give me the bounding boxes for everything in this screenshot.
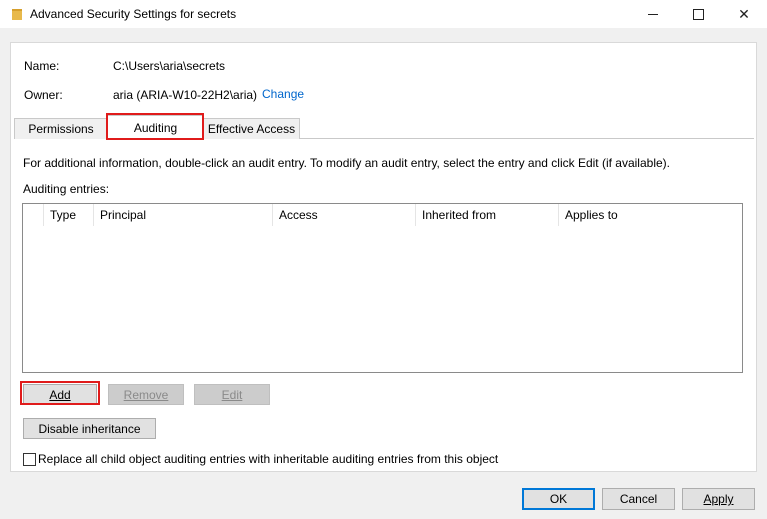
column-header-type[interactable]: Type bbox=[50, 204, 76, 226]
edit-button[interactable]: Edit bbox=[194, 384, 270, 405]
close-button[interactable]: ✕ bbox=[721, 0, 767, 28]
ok-button[interactable]: OK bbox=[522, 488, 595, 510]
disable-inheritance-button[interactable]: Disable inheritance bbox=[23, 418, 156, 439]
remove-button-label: Remove bbox=[123, 387, 169, 402]
maximize-button[interactable] bbox=[675, 0, 721, 28]
column-header-inherited-from-label: Inherited from bbox=[422, 208, 497, 222]
name-label: Name: bbox=[24, 59, 60, 73]
edit-button-label: Edit bbox=[221, 387, 243, 402]
tab-auditing-label: Auditing bbox=[133, 120, 178, 135]
title-bar: Advanced Security Settings for secrets ✕ bbox=[0, 0, 767, 28]
column-header-inherited-from[interactable]: Inherited from bbox=[422, 204, 496, 226]
apply-button-label: Apply bbox=[703, 492, 734, 506]
remove-button[interactable]: Remove bbox=[108, 384, 184, 405]
column-separator bbox=[43, 204, 44, 226]
column-header-type-label: Type bbox=[50, 208, 77, 222]
replace-child-entries-checkbox[interactable] bbox=[23, 453, 36, 466]
column-separator bbox=[93, 204, 94, 226]
tab-effective-access-label: Effective Access bbox=[207, 122, 296, 136]
name-value: C:\Users\aria\secrets bbox=[113, 59, 226, 73]
auditing-description: For additional information, double-click… bbox=[23, 156, 670, 170]
tab-auditing[interactable]: Auditing bbox=[107, 115, 204, 139]
column-header-principal[interactable]: Principal bbox=[100, 204, 146, 226]
auditing-entries-list[interactable]: Type Principal Access Inherited from App… bbox=[22, 203, 743, 373]
close-icon: ✕ bbox=[738, 5, 750, 22]
disable-inheritance-label: Disable inheritance bbox=[38, 421, 141, 436]
auditing-entries-label: Auditing entries: bbox=[23, 182, 110, 196]
add-button[interactable]: Add bbox=[23, 384, 97, 405]
ok-button-label: OK bbox=[549, 492, 568, 506]
maximize-icon bbox=[692, 8, 704, 20]
minimize-icon bbox=[648, 13, 658, 15]
owner-value: aria (ARIA-W10-22H2\aria) bbox=[113, 88, 258, 102]
cancel-button-label: Cancel bbox=[619, 492, 658, 506]
cancel-button[interactable]: Cancel bbox=[602, 488, 675, 510]
minimize-button[interactable] bbox=[630, 0, 676, 28]
active-tab-gap bbox=[107, 138, 202, 140]
apply-button[interactable]: Apply bbox=[682, 488, 755, 510]
column-separator bbox=[415, 204, 416, 226]
column-separator bbox=[558, 204, 559, 226]
column-separator bbox=[272, 204, 273, 226]
column-header-principal-label: Principal bbox=[100, 208, 147, 222]
window-title: Advanced Security Settings for secrets bbox=[30, 7, 237, 21]
add-button-label: Add bbox=[49, 387, 71, 402]
column-header-applies-to-label: Applies to bbox=[565, 208, 618, 222]
owner-label: Owner: bbox=[24, 88, 63, 102]
folder-icon bbox=[12, 9, 22, 20]
replace-child-entries-label: Replace all child object auditing entrie… bbox=[38, 452, 499, 466]
column-header-access-label: Access bbox=[279, 208, 318, 222]
tab-effective-access[interactable]: Effective Access bbox=[203, 118, 300, 139]
change-owner-link[interactable]: Change bbox=[262, 87, 304, 101]
tab-permissions[interactable]: Permissions bbox=[14, 118, 108, 139]
column-header-access[interactable]: Access bbox=[279, 204, 318, 226]
tab-permissions-label: Permissions bbox=[28, 122, 94, 136]
column-header-applies-to[interactable]: Applies to bbox=[565, 204, 618, 226]
